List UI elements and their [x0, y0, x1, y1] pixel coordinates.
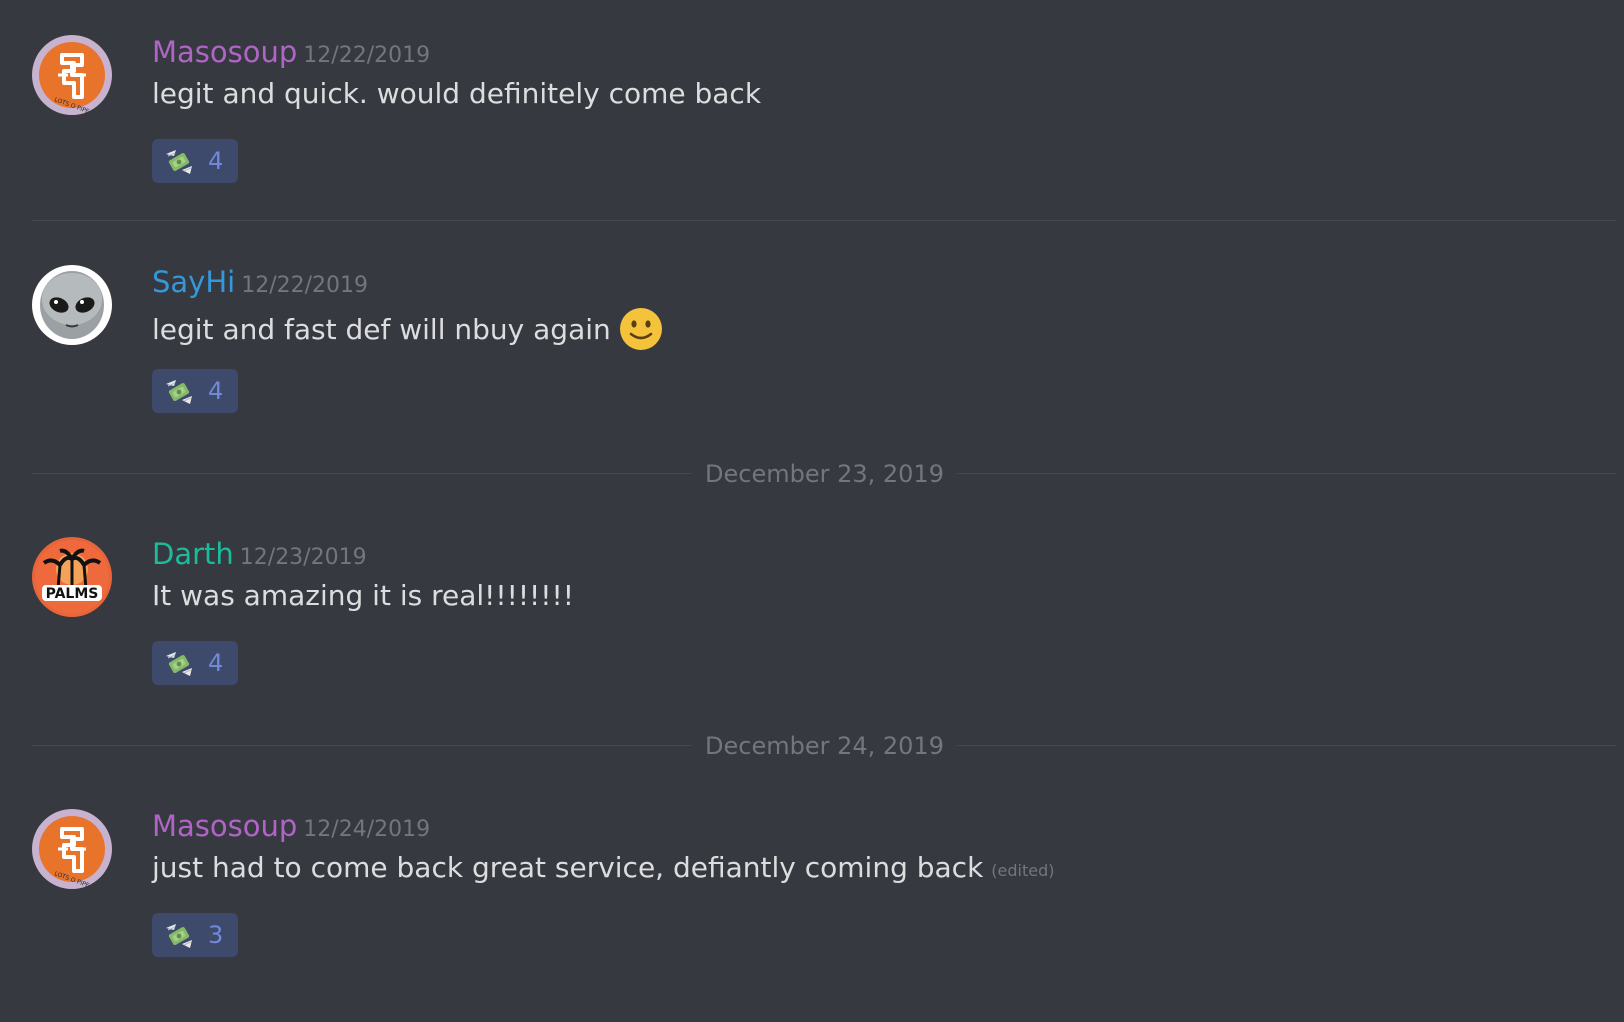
- divider-line: [957, 473, 1616, 474]
- message-body: It was amazing it is real!!!!!!!!: [152, 579, 574, 612]
- message-timestamp: 12/24/2019: [303, 817, 431, 842]
- money-with-wings-icon: [165, 651, 193, 677]
- reaction-count: 4: [208, 377, 224, 405]
- date-divider: December 24, 2019: [32, 731, 1616, 761]
- money-with-wings-icon: [165, 379, 193, 405]
- message-item: Masosoup 12/24/2019 just had to come back…: [32, 809, 1592, 959]
- divider-line: [32, 473, 692, 474]
- date-divider-label: December 24, 2019: [705, 732, 944, 760]
- message-item: Masosoup 12/22/2019 legit and quick. woul…: [32, 35, 1592, 185]
- edited-label: (edited): [991, 861, 1055, 880]
- author-name[interactable]: Masosoup: [152, 35, 297, 69]
- reaction-button[interactable]: 4: [152, 139, 238, 183]
- reaction-count: 4: [208, 649, 224, 677]
- message-timestamp: 12/22/2019: [303, 43, 431, 68]
- message-header: SayHi 12/22/2019: [152, 265, 368, 299]
- message-timestamp: 12/22/2019: [241, 273, 369, 298]
- message-body: just had to come back great service, def…: [152, 851, 984, 884]
- message-item: Darth 12/23/2019 It was amazing it is rea…: [32, 537, 1592, 687]
- message-list: LOTS O PIPE PALMS: [0, 0, 1624, 1022]
- reaction-button[interactable]: 4: [152, 641, 238, 685]
- message-header: Masosoup 12/22/2019: [152, 35, 430, 69]
- divider-line: [957, 745, 1616, 746]
- reaction-button[interactable]: 3: [152, 913, 238, 957]
- slightly-smiling-face-icon: [618, 307, 663, 351]
- money-with-wings-icon: [165, 149, 193, 175]
- author-name[interactable]: SayHi: [152, 265, 235, 299]
- reaction-count: 4: [208, 147, 224, 175]
- message-text: just had to come back great service, def…: [152, 851, 1055, 884]
- reaction-button[interactable]: 4: [152, 369, 238, 413]
- user-avatar[interactable]: [32, 35, 112, 115]
- user-avatar[interactable]: [32, 809, 112, 889]
- date-divider-label: December 23, 2019: [705, 460, 944, 488]
- author-name[interactable]: Masosoup: [152, 809, 297, 843]
- message-header: Darth 12/23/2019: [152, 537, 367, 571]
- message-item: SayHi 12/22/2019 legit and fast def will …: [32, 265, 1592, 415]
- message-timestamp: 12/23/2019: [239, 545, 367, 570]
- message-text: legit and quick. would definitely come b…: [152, 77, 761, 110]
- message-text: It was amazing it is real!!!!!!!!: [152, 579, 574, 612]
- message-body: legit and fast def will nbuy again: [152, 312, 611, 346]
- message-body: legit and quick. would definitely come b…: [152, 77, 762, 110]
- user-avatar[interactable]: [32, 537, 112, 617]
- message-text: legit and fast def will nbuy again: [152, 307, 663, 351]
- user-avatar[interactable]: [32, 265, 112, 345]
- message-separator: [32, 220, 1616, 221]
- divider-line: [32, 745, 692, 746]
- author-name[interactable]: Darth: [152, 537, 234, 571]
- reaction-count: 3: [208, 921, 224, 949]
- money-with-wings-icon: [165, 923, 193, 949]
- message-header: Masosoup 12/24/2019: [152, 809, 430, 843]
- date-divider: December 23, 2019: [32, 459, 1616, 489]
